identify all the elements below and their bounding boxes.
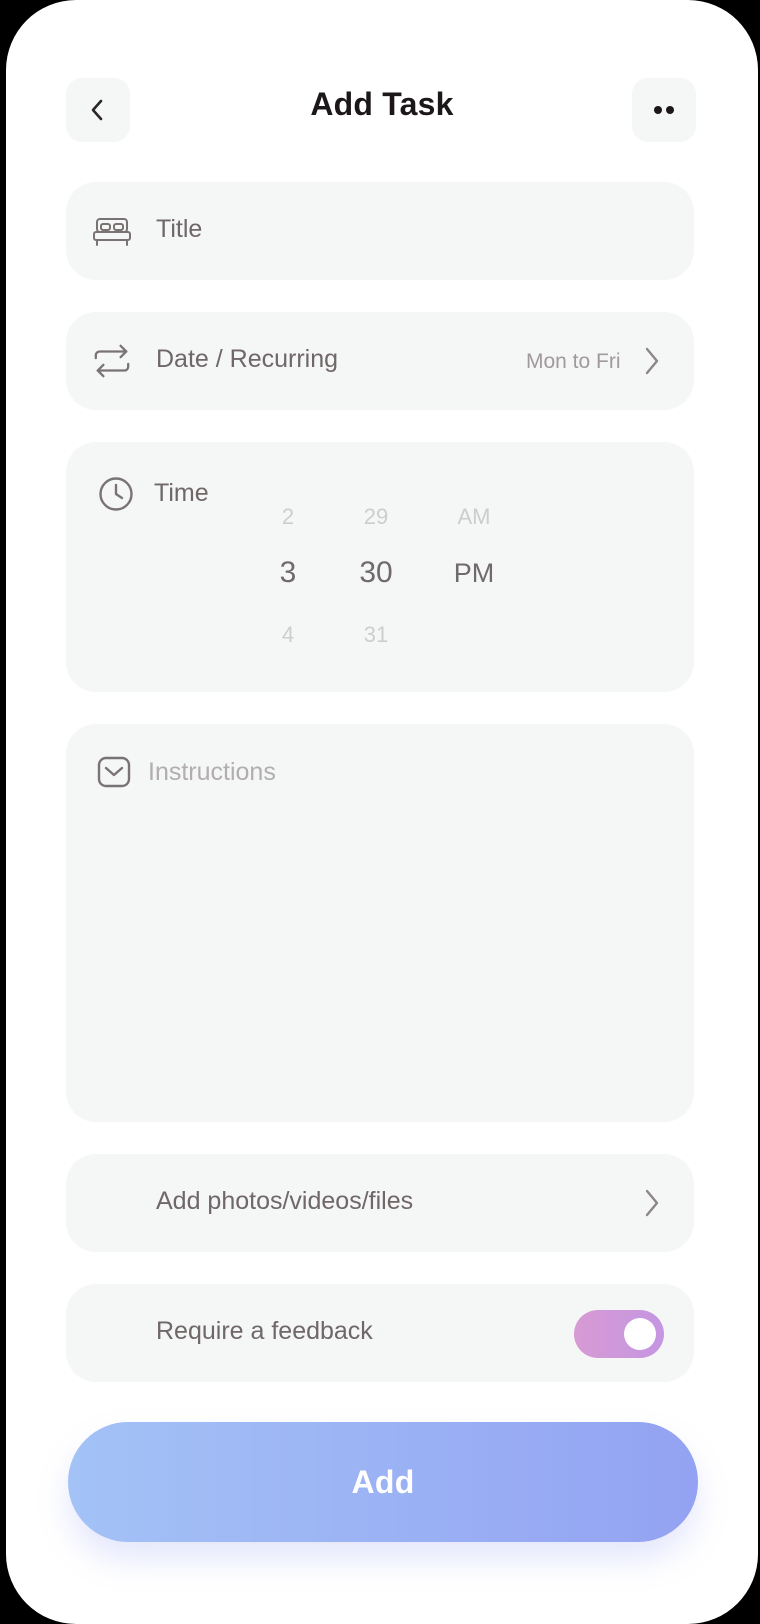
hour-wheel[interactable]: 2 3 4 — [248, 504, 328, 664]
attachments-label: Add photos/videos/files — [156, 1187, 414, 1215]
repeat-icon — [92, 341, 132, 381]
date-recurring-label: Date / Recurring — [156, 345, 339, 373]
minute-next[interactable]: 31 — [336, 622, 416, 648]
hour-next[interactable]: 4 — [248, 622, 328, 648]
require-feedback-row: Require a feedback — [66, 1284, 694, 1382]
add-attachments-row[interactable]: Add photos/videos/files — [66, 1154, 694, 1252]
time-picker-card: Time 2 3 4 29 30 31 AM PM — [66, 442, 694, 692]
instructions-placeholder: Instructions — [148, 758, 276, 786]
phone-screen: Add Task Title Date / Recurring Mon to F… — [6, 0, 758, 1624]
minute-prev[interactable]: 29 — [336, 504, 416, 530]
hour-prev[interactable]: 2 — [248, 504, 328, 530]
feedback-toggle[interactable] — [574, 1310, 664, 1358]
clock-icon — [96, 474, 136, 514]
period-prev[interactable]: AM — [434, 504, 514, 530]
chevron-right-icon — [645, 1189, 659, 1217]
period-selected[interactable]: PM — [434, 558, 514, 589]
period-wheel[interactable]: AM PM — [434, 504, 514, 664]
title-field[interactable]: Title — [66, 182, 694, 280]
title-placeholder: Title — [156, 215, 203, 243]
message-icon — [94, 752, 134, 792]
instructions-field[interactable]: Instructions — [66, 724, 694, 1122]
more-dots-icon — [654, 106, 674, 114]
minute-wheel[interactable]: 29 30 31 — [336, 504, 416, 664]
toggle-knob — [624, 1318, 656, 1350]
recurring-value: Mon to Fri — [526, 350, 621, 373]
date-recurring-row[interactable]: Date / Recurring Mon to Fri — [66, 312, 694, 410]
feedback-label: Require a feedback — [156, 1317, 373, 1345]
add-button[interactable]: Add — [68, 1422, 698, 1542]
hour-selected[interactable]: 3 — [248, 556, 328, 590]
bed-icon — [92, 211, 132, 251]
time-label: Time — [154, 479, 209, 507]
more-options-button[interactable] — [632, 78, 696, 142]
chevron-right-icon — [645, 347, 659, 375]
minute-selected[interactable]: 30 — [336, 556, 416, 590]
